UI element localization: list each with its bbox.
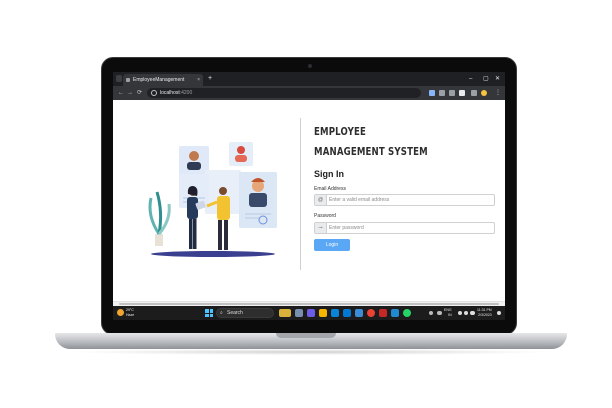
news-app-icon[interactable] — [279, 309, 291, 317]
extension-icon[interactable] — [439, 90, 445, 96]
store-app-icon[interactable] — [343, 309, 351, 317]
password-label: Password — [314, 213, 336, 219]
clock-time: 11:31 PM — [477, 308, 492, 312]
sign-in-heading: Sign In — [314, 169, 344, 179]
email-icon: @ — [315, 195, 327, 205]
windows-start-icon[interactable] — [205, 309, 213, 317]
new-tab-button[interactable]: + — [208, 74, 212, 84]
tab-list-button[interactable] — [116, 75, 122, 82]
tab-close-icon[interactable]: × — [197, 74, 200, 86]
weather-desc: Haze — [126, 313, 135, 317]
extensions-puzzle-icon[interactable] — [459, 90, 465, 96]
wifi-icon[interactable] — [458, 311, 462, 315]
language-indicator[interactable]: ENG IN — [444, 308, 452, 318]
mail-app-icon[interactable] — [355, 309, 363, 317]
minimize-button[interactable]: – — [469, 73, 472, 85]
browser-tab[interactable]: EmployeeManagement × — [123, 74, 203, 86]
maximize-button[interactable]: ▢ — [483, 73, 489, 85]
title-line-2: MANAGEMENT SYSTEM — [314, 145, 428, 158]
notifications-icon[interactable] — [497, 311, 501, 315]
taskbar-search[interactable]: ⌕ Search — [216, 308, 274, 318]
clock-date: 2/3/2023 — [478, 313, 492, 317]
angular-app-icon[interactable] — [379, 309, 387, 317]
sidebar-icon[interactable] — [471, 90, 477, 96]
extension-icon[interactable] — [449, 90, 455, 96]
browser-toolbar: ← → ⟳ localhost:4200 ⋮ — [113, 86, 505, 100]
email-input[interactable] — [329, 195, 494, 205]
laptop-base-notch — [276, 333, 336, 338]
laptop-screen: EmployeeManagement × + – ▢ ✕ ← → ⟳ local… — [113, 72, 505, 320]
scrollbar-thumb[interactable] — [119, 303, 499, 305]
search-icon: ⌕ — [220, 310, 223, 316]
back-button[interactable]: ← — [118, 87, 124, 99]
login-page: EMPLOYEE MANAGEMENT SYSTEM Sign In Email… — [113, 100, 505, 301]
email-field: @ — [314, 194, 495, 206]
password-field: ⊸ — [314, 222, 495, 234]
browser-menu-button[interactable]: ⋮ — [495, 87, 501, 99]
laptop-shadow — [70, 349, 552, 355]
task-view-icon[interactable] — [295, 309, 303, 317]
vertical-divider — [300, 118, 301, 270]
site-info-icon[interactable] — [151, 90, 157, 96]
title-line-1: EMPLOYEE — [314, 125, 367, 138]
address-bar[interactable]: localhost:4200 — [147, 88, 421, 98]
taskbar: 29°C Haze ⌕ Search ENG IN 11:31 PM 2/3/2… — [113, 306, 505, 320]
language-region: IN — [448, 313, 452, 317]
file-explorer-icon[interactable] — [319, 309, 327, 317]
url-text: localhost:4200 — [160, 88, 192, 98]
webcam — [308, 64, 312, 68]
url-port: :4200 — [179, 90, 193, 96]
onedrive-icon[interactable] — [437, 311, 442, 315]
forward-button[interactable]: → — [127, 87, 133, 99]
vscode-icon[interactable] — [391, 309, 399, 317]
team-illustration — [148, 142, 277, 257]
weather-temp: 29°C — [126, 308, 134, 312]
browser-tab-bar: EmployeeManagement × + – ▢ ✕ — [113, 72, 505, 86]
edge-browser-icon[interactable] — [331, 309, 339, 317]
extension-icon[interactable] — [429, 90, 435, 96]
weather-text: 29°C Haze — [126, 308, 134, 318]
key-icon: ⊸ — [315, 223, 327, 233]
password-input[interactable] — [329, 223, 494, 233]
tab-favicon-icon — [126, 78, 130, 82]
weather-widget[interactable]: 29°C Haze — [117, 307, 151, 319]
whatsapp-icon[interactable] — [403, 309, 411, 317]
battery-icon[interactable] — [470, 311, 475, 315]
search-label: Search — [227, 310, 243, 316]
chat-app-icon[interactable] — [307, 309, 315, 317]
reload-button[interactable]: ⟳ — [137, 87, 142, 99]
tab-title: EmployeeManagement — [133, 77, 185, 83]
chrome-browser-icon[interactable] — [367, 309, 375, 317]
volume-icon[interactable] — [464, 311, 468, 315]
email-label: Email Address — [314, 186, 346, 192]
sun-icon — [117, 309, 124, 316]
login-button[interactable]: Login — [314, 239, 350, 251]
page-title: EMPLOYEE MANAGEMENT SYSTEM — [314, 122, 458, 162]
clock[interactable]: 11:31 PM 2/3/2023 — [477, 308, 492, 318]
profile-avatar[interactable] — [481, 90, 487, 96]
language-code: ENG — [444, 308, 452, 312]
photo-stage: EmployeeManagement × + – ▢ ✕ ← → ⟳ local… — [0, 0, 612, 408]
close-window-button[interactable]: ✕ — [495, 73, 500, 85]
url-host: localhost — [160, 90, 180, 96]
tray-overflow-icon[interactable] — [429, 311, 433, 315]
